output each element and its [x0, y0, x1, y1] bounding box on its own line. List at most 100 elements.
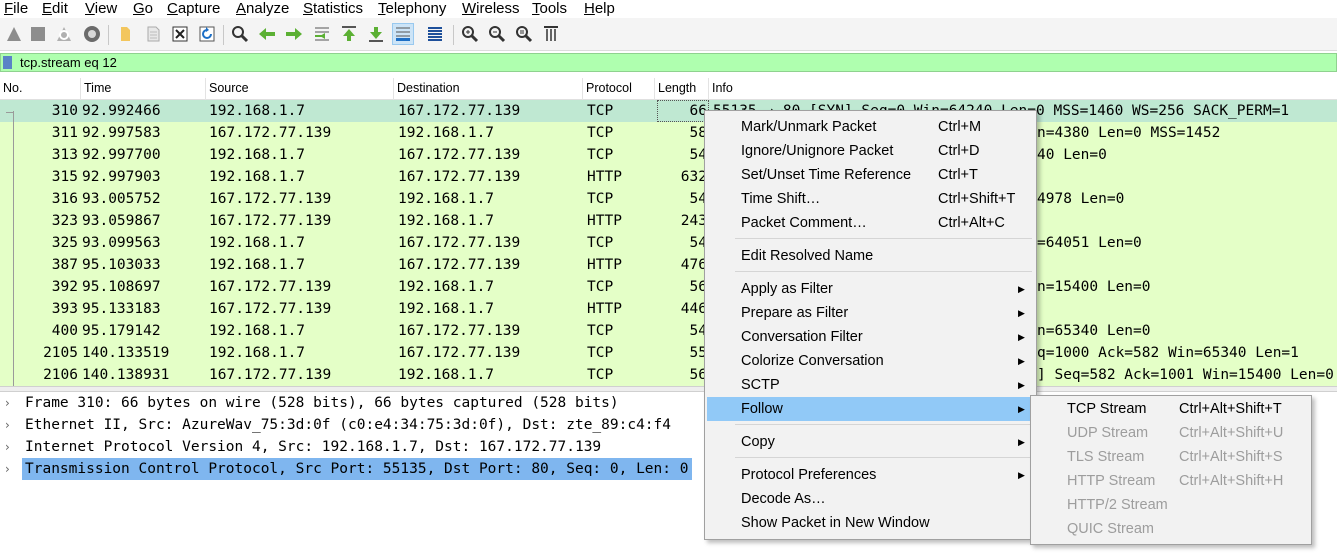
capture-options-icon[interactable] [81, 23, 103, 45]
reload-file-icon[interactable] [196, 23, 218, 45]
menu-item-time-shift[interactable]: Time Shift… Ctrl+Shift+T [707, 187, 1034, 211]
menu-item-time-reference[interactable]: Set/Unset Time Reference Ctrl+T [707, 163, 1034, 187]
save-file-icon[interactable] [142, 23, 164, 45]
submenu-item-tcp-stream[interactable]: TCP Stream Ctrl+Alt+Shift+T [1033, 397, 1309, 421]
menu-capture[interactable]: Capture [167, 0, 220, 18]
menu-item-decode-as[interactable]: Decode As… [707, 487, 1034, 511]
find-packet-icon[interactable] [229, 23, 251, 45]
packet-protocol: HTTP [587, 169, 622, 185]
packet-protocol: TCP [587, 103, 614, 119]
menu-item-edit-resolved-name[interactable]: Edit Resolved Name [707, 244, 1034, 268]
menu-item-colorize-conversation[interactable]: Colorize Conversation ▶ [707, 349, 1034, 373]
menu-item-follow[interactable]: Follow ▶ [707, 397, 1034, 421]
submenu-arrow-icon: ▶ [1018, 332, 1025, 342]
submenu-item-http2-stream: HTTP/2 Stream [1067, 497, 1168, 513]
resize-columns-icon[interactable] [540, 23, 562, 45]
go-forward-icon[interactable] [283, 23, 305, 45]
column-header-no[interactable]: No. [0, 78, 81, 100]
packet-row[interactable]: 2105 140.133519 192.168.1.7 167.172.77.1… [0, 342, 1337, 364]
menu-item-prepare-as-filter[interactable]: Prepare as Filter ▶ [707, 301, 1034, 325]
column-header-length[interactable]: Length [655, 78, 709, 100]
packet-row[interactable]: 400 95.179142 192.168.1.7 167.172.77.139… [0, 320, 1337, 342]
packet-row[interactable]: 2106 140.138931 167.172.77.139 192.168.1… [0, 364, 1337, 386]
packet-row-selected[interactable]: 310 92.992466 192.168.1.7 167.172.77.139… [0, 100, 1337, 122]
menu-item-protocol-preferences[interactable]: Protocol Preferences ▶ [707, 463, 1034, 487]
menu-edit[interactable]: Edit [42, 0, 68, 18]
menu-item-packet-comment[interactable]: Packet Comment… Ctrl+Alt+C [707, 211, 1034, 235]
packet-source: 167.172.77.139 [209, 191, 332, 207]
packet-length: 54 [689, 191, 707, 207]
packet-destination: 167.172.77.139 [398, 235, 521, 251]
packet-row[interactable]: 393 95.133183 167.172.77.139 192.168.1.7… [0, 298, 1337, 320]
menu-statistics[interactable]: Statistics [303, 0, 363, 18]
packet-row[interactable]: 323 93.059867 167.172.77.139 192.168.1.7… [0, 210, 1337, 232]
display-filter-bar[interactable]: tcp.stream eq 12 [0, 53, 1337, 72]
menu-item-show-packet-new-window[interactable]: Show Packet in New Window [707, 511, 1034, 535]
packet-row[interactable]: 392 95.108697 167.172.77.139 192.168.1.7… [0, 276, 1337, 298]
menu-item-ignore-unignore[interactable]: Ignore/Unignore Packet Ctrl+D [707, 139, 1034, 163]
go-to-packet-icon[interactable] [311, 23, 333, 45]
menu-analyze[interactable]: Analyze [236, 0, 289, 18]
column-header-source[interactable]: Source [206, 78, 394, 100]
go-back-icon[interactable] [256, 23, 278, 45]
detail-text: Frame 310: 66 bytes on wire (528 bits), … [25, 395, 619, 411]
menu-wireless[interactable]: Wireless [462, 0, 520, 18]
packet-length: 56 [689, 279, 707, 295]
zoom-out-icon[interactable] [486, 23, 508, 45]
menu-item-sctp[interactable]: SCTP ▶ [707, 373, 1034, 397]
expand-arrow-icon[interactable]: › [5, 392, 17, 414]
zoom-normal-icon[interactable] [513, 23, 535, 45]
column-header-protocol[interactable]: Protocol [583, 78, 655, 100]
packet-destination: 167.172.77.139 [398, 147, 521, 163]
packet-time: 93.059867 [82, 213, 161, 229]
colorize-icon[interactable] [424, 23, 446, 45]
menu-file[interactable]: File [4, 0, 28, 18]
packet-time: 92.997903 [82, 169, 161, 185]
column-header-destination[interactable]: Destination [394, 78, 583, 100]
menu-item-copy[interactable]: Copy ▶ [707, 430, 1034, 454]
go-last-icon[interactable] [365, 23, 387, 45]
packet-no: 325 [51, 235, 78, 251]
packet-row[interactable]: 315 92.997903 192.168.1.7 167.172.77.139… [0, 166, 1337, 188]
packet-protocol: TCP [587, 125, 614, 141]
column-header-info[interactable]: Info [709, 78, 1337, 100]
start-capture-icon[interactable] [3, 23, 25, 45]
main-toolbar [0, 18, 1337, 51]
packet-destination: 192.168.1.7 [398, 213, 495, 229]
expand-arrow-icon[interactable]: › [5, 414, 17, 436]
zoom-in-icon[interactable] [459, 23, 481, 45]
packet-destination: 192.168.1.7 [398, 125, 495, 141]
packet-row[interactable]: 313 92.997700 192.168.1.7 167.172.77.139… [0, 144, 1337, 166]
close-file-icon[interactable] [169, 23, 191, 45]
menu-item-apply-as-filter[interactable]: Apply as Filter ▶ [707, 277, 1034, 301]
restart-capture-icon[interactable] [53, 23, 75, 45]
packet-no: 323 [51, 213, 78, 229]
menu-telephony[interactable]: Telephony [378, 0, 446, 18]
expand-arrow-icon[interactable]: › [5, 458, 17, 480]
packet-row[interactable]: 316 93.005752 167.172.77.139 192.168.1.7… [0, 188, 1337, 210]
menu-item-mark-unmark[interactable]: Mark/Unmark Packet Ctrl+M [707, 115, 1034, 139]
open-file-icon[interactable] [114, 23, 136, 45]
packet-time: 95.103033 [82, 257, 161, 273]
filter-bookmark-icon[interactable] [3, 56, 12, 69]
expand-arrow-icon[interactable]: › [5, 436, 17, 458]
submenu-arrow-icon: ▶ [1018, 284, 1025, 294]
column-header-time[interactable]: Time [81, 78, 206, 100]
packet-row[interactable]: 311 92.997583 167.172.77.139 192.168.1.7… [0, 122, 1337, 144]
go-first-icon[interactable] [338, 23, 360, 45]
packet-no: 311 [51, 125, 78, 141]
menu-view[interactable]: View [85, 0, 117, 18]
packet-row[interactable]: 387 95.103033 192.168.1.7 167.172.77.139… [0, 254, 1337, 276]
packet-row[interactable]: 325 93.099563 192.168.1.7 167.172.77.139… [0, 232, 1337, 254]
menu-help[interactable]: Help [584, 0, 615, 18]
menu-tools[interactable]: Tools [532, 0, 567, 18]
packet-time: 95.133183 [82, 301, 161, 317]
display-filter-input[interactable]: tcp.stream eq 12 [20, 54, 117, 71]
stop-capture-icon[interactable] [27, 23, 49, 45]
packet-destination: 192.168.1.7 [398, 367, 495, 383]
packet-no: 400 [51, 323, 78, 339]
menu-item-conversation-filter[interactable]: Conversation Filter ▶ [707, 325, 1034, 349]
packet-no: 310 [51, 103, 78, 119]
autoscroll-icon[interactable] [392, 23, 414, 45]
menu-go[interactable]: Go [133, 0, 153, 18]
